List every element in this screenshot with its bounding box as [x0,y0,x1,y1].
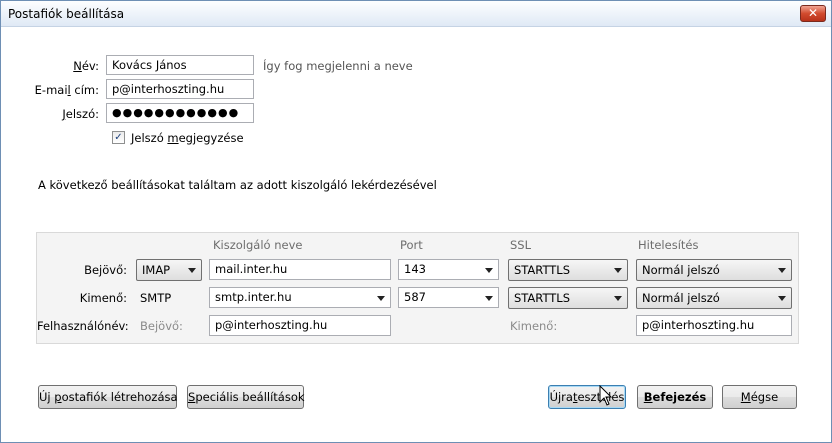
incoming-username-input[interactable]: p@interhoszting.hu [209,315,391,336]
name-hint: Így fog megjelenni a neve [263,59,413,73]
incoming-ssl-select[interactable]: STARTTLS [508,259,628,281]
chevron-down-icon [377,296,385,301]
password-label: Jelszó: [62,107,99,121]
email-input[interactable]: p@interhoszting.hu [106,79,254,99]
incoming-port-combo[interactable]: 143 [398,259,499,280]
chevron-down-icon [614,268,622,273]
outgoing-protocol: SMTP [140,291,172,305]
chevron-down-icon [485,296,493,301]
outgoing-label: Kimenő: [79,291,127,305]
done-button[interactable]: Befejezés [637,385,713,409]
column-ssl: SSL [510,238,532,252]
name-label: Név: [73,59,99,73]
advanced-settings-button[interactable]: Speciális beállítások [187,385,305,409]
detection-message: A következő beállításokat találtam az ad… [38,178,437,192]
incoming-protocol-select[interactable]: IMAP [136,259,202,281]
username-outgoing-label: Kimenő: [510,319,558,333]
server-settings-panel: Kiszolgáló neve Port SSL Hitelesítés Bej… [36,232,799,344]
incoming-auth-select[interactable]: Normál jelszó [636,259,792,281]
chevron-down-icon [485,268,493,273]
outgoing-auth-select[interactable]: Normál jelszó [636,287,792,309]
username-label: Felhasználónév: [37,319,129,333]
retest-button[interactable]: Újratesztelés [548,385,626,409]
cancel-button[interactable]: Mégse [722,385,797,409]
chevron-down-icon [778,268,786,273]
email-label: E-mail cím: [34,83,99,97]
remember-password-checkbox[interactable]: ✓ [112,131,125,144]
column-port: Port [400,238,423,252]
window-title: Postafiók beállítása [8,7,125,21]
mouse-pointer-icon [599,385,613,406]
chevron-down-icon [778,296,786,301]
incoming-label: Bejövő: [84,263,127,277]
title-bar[interactable]: Postafiók beállítása ✕ [1,1,831,27]
new-account-button[interactable]: Új postafiók létrehozása [38,385,178,409]
outgoing-port-combo[interactable]: 587 [398,287,499,308]
outgoing-server-combo[interactable]: smtp.inter.hu [209,287,391,308]
close-button[interactable]: ✕ [800,5,826,22]
username-incoming-label: Bejövő: [140,319,183,333]
column-server-name: Kiszolgáló neve [213,238,303,252]
remember-password-label[interactable]: Jelszó megjegyzése [131,131,244,145]
dialog-body: Név: Kovács János Így fog megjelenni a n… [2,28,830,442]
incoming-server-input[interactable]: mail.inter.hu [209,259,391,280]
chevron-down-icon [614,296,622,301]
name-input[interactable]: Kovács János [106,55,254,75]
password-input[interactable]: ●●●●●●●●●●●● [106,103,254,123]
account-setup-window: Postafiók beállítása ✕ Név: Kovács János… [0,0,832,443]
outgoing-username-input[interactable]: p@interhoszting.hu [636,315,792,336]
chevron-down-icon [188,268,196,273]
outgoing-ssl-select[interactable]: STARTTLS [508,287,628,309]
column-authentication: Hitelesítés [638,238,699,252]
